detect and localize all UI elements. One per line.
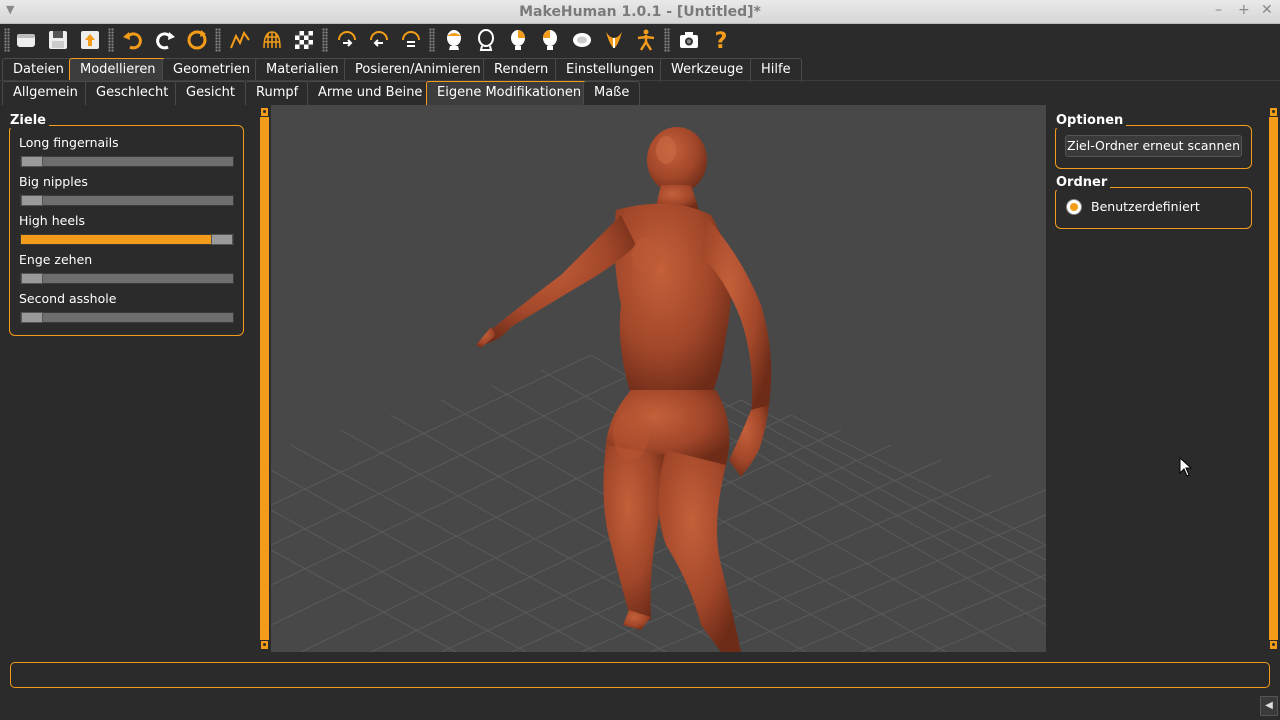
top-view-icon[interactable] bbox=[397, 26, 425, 54]
scroll-down-icon[interactable] bbox=[1269, 640, 1278, 650]
sub-tabs: Allgemein Geschlecht Gesicht Rumpf Arme … bbox=[0, 81, 1280, 105]
left-panel: Ziele Long fingernails Big nipples High … bbox=[0, 105, 256, 653]
tab-dateien[interactable]: Dateien bbox=[2, 58, 75, 82]
slider-label-big-nipples: Big nipples bbox=[19, 174, 88, 189]
tab-arme-und-beine[interactable]: Arme und Beine bbox=[307, 81, 434, 105]
close-icon[interactable]: ✕ bbox=[1261, 2, 1273, 18]
skeleton-icon[interactable] bbox=[632, 26, 660, 54]
right-panel: Optionen Ziel-Ordner erneut scannen Ordn… bbox=[1046, 105, 1268, 653]
slider-second-asshole[interactable] bbox=[20, 312, 234, 323]
left-scrollbar[interactable] bbox=[260, 107, 269, 650]
reset-icon[interactable] bbox=[183, 26, 211, 54]
folder-group-title: Ordner bbox=[1055, 175, 1111, 190]
tab-werkzeuge[interactable]: Werkzeuge bbox=[660, 58, 755, 82]
tab-posieren-animieren[interactable]: Posieren/Animieren bbox=[344, 58, 492, 82]
slider-enge-zehen[interactable] bbox=[20, 273, 234, 284]
slider-high-heels[interactable] bbox=[20, 234, 234, 245]
toolbar-handle[interactable] bbox=[322, 28, 328, 52]
human-model-render[interactable] bbox=[271, 105, 1046, 652]
status-bar bbox=[10, 662, 1270, 688]
wireframe-icon[interactable] bbox=[258, 26, 286, 54]
front-view-icon[interactable] bbox=[333, 26, 361, 54]
head-left-icon[interactable] bbox=[504, 26, 532, 54]
tab-einstellungen[interactable]: Einstellungen bbox=[555, 58, 666, 82]
slider-label-second-asshole: Second asshole bbox=[19, 291, 117, 306]
slider-fill bbox=[21, 235, 222, 244]
head-front-icon[interactable] bbox=[440, 26, 468, 54]
toolbar: ? bbox=[0, 24, 1280, 56]
slider-label-long-fingernails: Long fingernails bbox=[19, 135, 119, 150]
export-icon[interactable] bbox=[76, 26, 104, 54]
folder-radio-custom[interactable] bbox=[1066, 199, 1082, 215]
human-figure bbox=[476, 127, 772, 652]
scroll-down-icon[interactable] bbox=[260, 640, 269, 650]
tab-eigene-modifikationen[interactable]: Eigene Modifikationen bbox=[426, 81, 593, 105]
tab-geometrien[interactable]: Geometrien bbox=[162, 58, 261, 82]
mouse-cursor-icon bbox=[1179, 457, 1193, 477]
tab-rendern[interactable]: Rendern bbox=[483, 58, 560, 82]
back-view-icon[interactable] bbox=[365, 26, 393, 54]
tab-modellieren[interactable]: Modellieren bbox=[69, 58, 167, 82]
head-top-icon[interactable] bbox=[568, 26, 596, 54]
3d-viewport[interactable] bbox=[271, 105, 1046, 652]
slider-handle[interactable] bbox=[21, 195, 43, 206]
slider-handle[interactable] bbox=[21, 273, 43, 284]
tab-gesicht[interactable]: Gesicht bbox=[175, 81, 246, 105]
slider-long-fingernails[interactable] bbox=[20, 156, 234, 167]
smooth-icon[interactable] bbox=[226, 26, 254, 54]
svg-text:?: ? bbox=[715, 29, 728, 52]
slider-handle[interactable] bbox=[21, 312, 43, 323]
head-back-icon[interactable] bbox=[472, 26, 500, 54]
scroll-up-icon[interactable] bbox=[1269, 107, 1278, 117]
folder-radio-label[interactable]: Benutzerdefiniert bbox=[1091, 199, 1200, 214]
tab-geschlecht[interactable]: Geschlecht bbox=[85, 81, 180, 105]
tab-allgemein[interactable]: Allgemein bbox=[2, 81, 89, 105]
toolbar-handle[interactable] bbox=[664, 28, 670, 52]
tab-masse[interactable]: Maße bbox=[583, 81, 641, 105]
slider-handle[interactable] bbox=[211, 234, 233, 245]
save-icon[interactable] bbox=[44, 26, 72, 54]
options-group-title: Optionen bbox=[1055, 113, 1127, 128]
toolbar-handle[interactable] bbox=[429, 28, 435, 52]
background-icon[interactable] bbox=[290, 26, 318, 54]
slider-label-enge-zehen: Enge zehen bbox=[19, 252, 93, 267]
collapse-arrow-icon[interactable]: ◀ bbox=[1260, 696, 1278, 716]
head-right-icon[interactable] bbox=[536, 26, 564, 54]
toolbar-handle[interactable] bbox=[108, 28, 114, 52]
maximize-icon[interactable]: + bbox=[1238, 2, 1250, 18]
slider-handle[interactable] bbox=[21, 156, 43, 167]
title-bar: ▼ MakeHuman 1.0.1 - [Untitled]* – + ✕ bbox=[0, 0, 1280, 24]
toolbar-handle[interactable] bbox=[4, 28, 10, 52]
screenshot-icon[interactable] bbox=[675, 26, 703, 54]
tab-hilfe[interactable]: Hilfe bbox=[750, 58, 802, 82]
minimize-icon[interactable]: – bbox=[1215, 2, 1222, 18]
targets-group-title: Ziele bbox=[9, 113, 49, 128]
tab-rumpf[interactable]: Rumpf bbox=[245, 81, 310, 105]
tab-materialien[interactable]: Materialien bbox=[255, 58, 350, 82]
main-tabs: Dateien Modellieren Geometrien Materiali… bbox=[0, 56, 1280, 82]
pose-icon[interactable] bbox=[600, 26, 628, 54]
file-new-icon[interactable] bbox=[12, 26, 40, 54]
help-icon[interactable]: ? bbox=[707, 26, 735, 54]
right-scrollbar[interactable] bbox=[1269, 107, 1278, 650]
rescan-folder-button[interactable]: Ziel-Ordner erneut scannen bbox=[1065, 135, 1242, 157]
slider-big-nipples[interactable] bbox=[20, 195, 234, 206]
scroll-up-icon[interactable] bbox=[260, 107, 269, 117]
slider-label-high-heels: High heels bbox=[19, 213, 85, 228]
toolbar-handle[interactable] bbox=[215, 28, 221, 52]
redo-icon[interactable] bbox=[151, 26, 179, 54]
undo-icon[interactable] bbox=[119, 26, 147, 54]
window-title: MakeHuman 1.0.1 - [Untitled]* bbox=[519, 4, 761, 20]
